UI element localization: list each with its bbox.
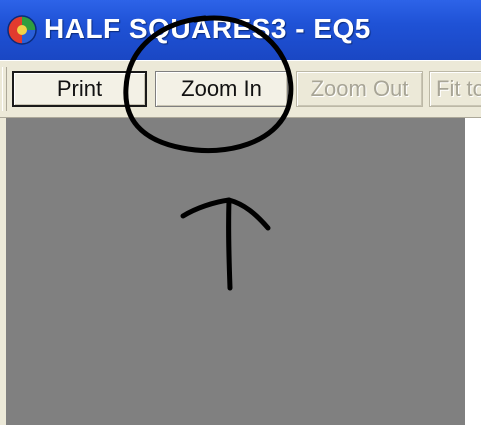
title-bar[interactable]: HALF SQUARES3 - EQ5 <box>0 0 481 60</box>
toolbar: Print Zoom In Zoom Out Fit to <box>0 60 481 118</box>
toolbar-gripper[interactable] <box>2 67 7 111</box>
zoom-out-button[interactable]: Zoom Out <box>296 71 423 107</box>
eq5-app-icon <box>7 15 37 45</box>
window-title: HALF SQUARES3 - EQ5 <box>44 13 371 44</box>
drawing-canvas[interactable] <box>0 118 465 425</box>
zoom-in-button[interactable]: Zoom In <box>155 71 288 107</box>
app-window: HALF SQUARES3 - EQ5 Print Zoom In Zoom O… <box>0 0 481 425</box>
print-button[interactable]: Print <box>12 71 147 107</box>
fit-to-button[interactable]: Fit to <box>429 71 481 107</box>
